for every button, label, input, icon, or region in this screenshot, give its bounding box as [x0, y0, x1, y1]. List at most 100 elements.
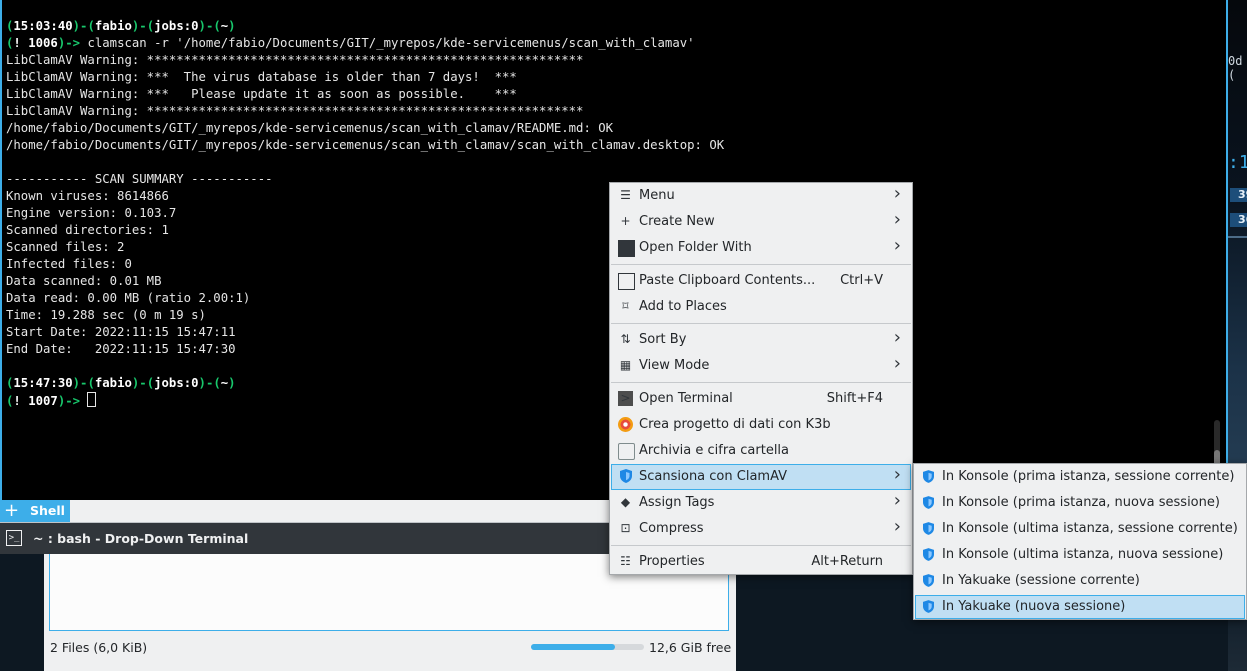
menu-item-label: Scansiona con ClamAV	[639, 469, 788, 484]
terminal-text: End Date: 2022:11:15 15:47:30	[6, 342, 236, 356]
new-tab-icon[interactable]: +	[4, 500, 19, 521]
menu-item-view-mode[interactable]: ▦ View Mode ›	[611, 353, 911, 379]
clamav-submenu: In Konsole (prima istanza, sessione corr…	[913, 463, 1247, 620]
menu-item-menu[interactable]: ☰ Menu ›	[611, 183, 911, 209]
folder-open-icon	[618, 240, 635, 257]
menu-item-label: Add to Places	[639, 299, 727, 314]
shell-prompt: (15:47:30)-(fabio)-(jobs:0)-(~)	[6, 376, 236, 390]
terminal-line: /home/fabio/Documents/GIT/_myrepos/kde-s…	[6, 120, 724, 137]
free-space-bar	[531, 644, 644, 650]
terminal-line: LibClamAV Warning: *** Please update it …	[6, 86, 724, 103]
clamav-shield-icon	[923, 470, 934, 483]
menu-item-label: Crea progetto di dati con K3b	[639, 417, 831, 432]
terminal-text: LibClamAV Warning: *********************…	[6, 53, 584, 67]
free-space-fill	[531, 644, 615, 650]
shell-prompt: (15:03:40)-(fabio)-(jobs:0)-(~)	[6, 19, 236, 33]
submenu-item[interactable]: In Yakuake (nuova sessione)	[915, 595, 1245, 619]
clamav-shield-icon	[923, 574, 934, 587]
clamav-shield-icon	[923, 600, 934, 613]
lock-icon	[618, 443, 635, 460]
sort-icon: ⇅	[620, 332, 631, 346]
bookmark-icon: ⌑	[622, 299, 629, 313]
menu-item-open-terminal[interactable]: > Open Terminal Shift+F4	[611, 386, 911, 412]
clamav-shield-icon	[923, 522, 934, 535]
compress-icon: ⊡	[620, 521, 631, 535]
context-menu: ☰ Menu › + Create New › Open Folder With › Paste…	[609, 182, 913, 575]
wallpaper-text: 0d (	[1228, 54, 1243, 82]
submenu-item-label: In Yakuake (sessione corrente)	[942, 573, 1140, 588]
menu-icon: ☰	[620, 188, 631, 202]
submenu-item-label: In Konsole (prima istanza, sessione corr…	[942, 469, 1235, 484]
tab-label: Shell	[30, 503, 65, 518]
k3b-icon	[618, 417, 633, 432]
menu-item-label: Archivia e cifra cartella	[639, 443, 790, 458]
terminal-text: LibClamAV Warning: *** The virus databas…	[6, 70, 517, 84]
terminal-text: Data scanned: 0.01 MB	[6, 274, 162, 288]
submenu-item[interactable]: In Yakuake (sessione corrente)	[915, 569, 1245, 593]
terminal-line: LibClamAV Warning: *********************…	[6, 103, 724, 120]
submenu-item[interactable]: In Konsole (ultima istanza, nuova sessio…	[915, 543, 1245, 567]
menu-item-label: Properties	[639, 554, 705, 569]
menu-separator	[611, 382, 911, 383]
terminal-text: Start Date: 2022:11:15 15:47:11	[6, 325, 236, 339]
shell-prompt: (! 1007)->	[6, 394, 81, 408]
chevron-right-icon: ›	[893, 235, 901, 256]
terminal-line: /home/fabio/Documents/GIT/_myrepos/kde-s…	[6, 137, 724, 154]
submenu-item[interactable]: In Konsole (prima istanza, sessione corr…	[915, 465, 1245, 489]
menu-item-archivia-e-cifra-cartella[interactable]: Archivia e cifra cartella	[611, 438, 911, 464]
terminal-icon: >	[618, 391, 633, 406]
submenu-item[interactable]: In Konsole (ultima istanza, sessione cor…	[915, 517, 1245, 541]
properties-icon: ☷	[620, 554, 631, 568]
chevron-right-icon: ›	[893, 353, 901, 374]
menu-item-sort-by[interactable]: ⇅ Sort By ›	[611, 327, 911, 353]
chevron-right-icon: ›	[893, 490, 901, 511]
menu-item-create-new[interactable]: + Create New ›	[611, 209, 911, 235]
menu-item-label: Menu	[639, 188, 675, 203]
menu-separator	[611, 264, 911, 265]
status-file-count: 2 Files (6,0 KiB)	[50, 640, 148, 655]
menu-item-label: View Mode	[639, 358, 710, 373]
terminal-line: (! 1006)-> clamscan -r '/home/fabio/Docu…	[6, 35, 724, 52]
tab-shell[interactable]: + Shell	[0, 500, 70, 522]
chevron-right-icon: ›	[893, 516, 901, 537]
menu-item-paste-clipboard-contents[interactable]: Paste Clipboard Contents... Ctrl+V	[611, 268, 911, 294]
terminal-text: /home/fabio/Documents/GIT/_myrepos/kde-s…	[6, 138, 725, 152]
tag-icon: ◆	[620, 495, 631, 509]
plus-icon: +	[620, 214, 631, 228]
menu-item-compress[interactable]: ⊡ Compress ›	[611, 516, 911, 542]
terminal-text: Scanned files: 2	[6, 240, 125, 254]
clamav-shield-icon	[923, 548, 934, 561]
chevron-right-icon: ›	[893, 183, 901, 204]
terminal-text: Scanned directories: 1	[6, 223, 169, 237]
terminal-line: LibClamAV Warning: *********************…	[6, 52, 724, 69]
menu-item-properties[interactable]: ☷ Properties Alt+Return	[611, 549, 911, 575]
menu-item-crea-progetto-di-dati-con-k3b[interactable]: Crea progetto di dati con K3b	[611, 412, 911, 438]
shortcut-label: Shift+F4	[826, 391, 883, 406]
terminal-text: /home/fabio/Documents/GIT/_myrepos/kde-s…	[6, 121, 614, 135]
terminal-line: (15:03:40)-(fabio)-(jobs:0)-(~)	[6, 18, 724, 35]
submenu-item[interactable]: In Konsole (prima istanza, nuova session…	[915, 491, 1245, 515]
menu-item-open-folder-with[interactable]: Open Folder With ›	[611, 235, 911, 261]
window-title: ~ : bash - Drop-Down Terminal	[33, 531, 249, 546]
clamav-shield-icon	[923, 496, 934, 509]
shell-prompt: (! 1006)->	[6, 36, 81, 50]
terminal-text: Infected files: 0	[6, 257, 132, 271]
terminal-text: clamscan -r '/home/fabio/Documents/GIT/_…	[87, 36, 695, 50]
menu-item-scansiona-con-clamav[interactable]: Scansiona con ClamAV ›	[611, 464, 911, 490]
menu-separator	[611, 323, 911, 324]
menu-item-label: Open Folder With	[639, 240, 752, 255]
submenu-item-label: In Konsole (prima istanza, nuova session…	[942, 495, 1220, 510]
terminal-text: LibClamAV Warning: *** Please update it …	[6, 87, 517, 101]
submenu-item-label: In Konsole (ultima istanza, sessione cor…	[942, 521, 1238, 536]
menu-item-add-to-places[interactable]: ⌑ Add to Places	[611, 294, 911, 320]
shortcut-label: Ctrl+V	[840, 273, 883, 288]
menu-item-label: Open Terminal	[639, 391, 733, 406]
chevron-right-icon: ›	[893, 209, 901, 230]
menu-item-assign-tags[interactable]: ◆ Assign Tags ›	[611, 490, 911, 516]
terminal-line: LibClamAV Warning: *** The virus databas…	[6, 69, 724, 86]
clamav-shield-icon	[618, 469, 633, 484]
wallpaper-text: :1	[1228, 152, 1247, 173]
wallpaper-widget: 39	[1230, 188, 1247, 202]
wallpaper-divider	[1228, 236, 1247, 238]
